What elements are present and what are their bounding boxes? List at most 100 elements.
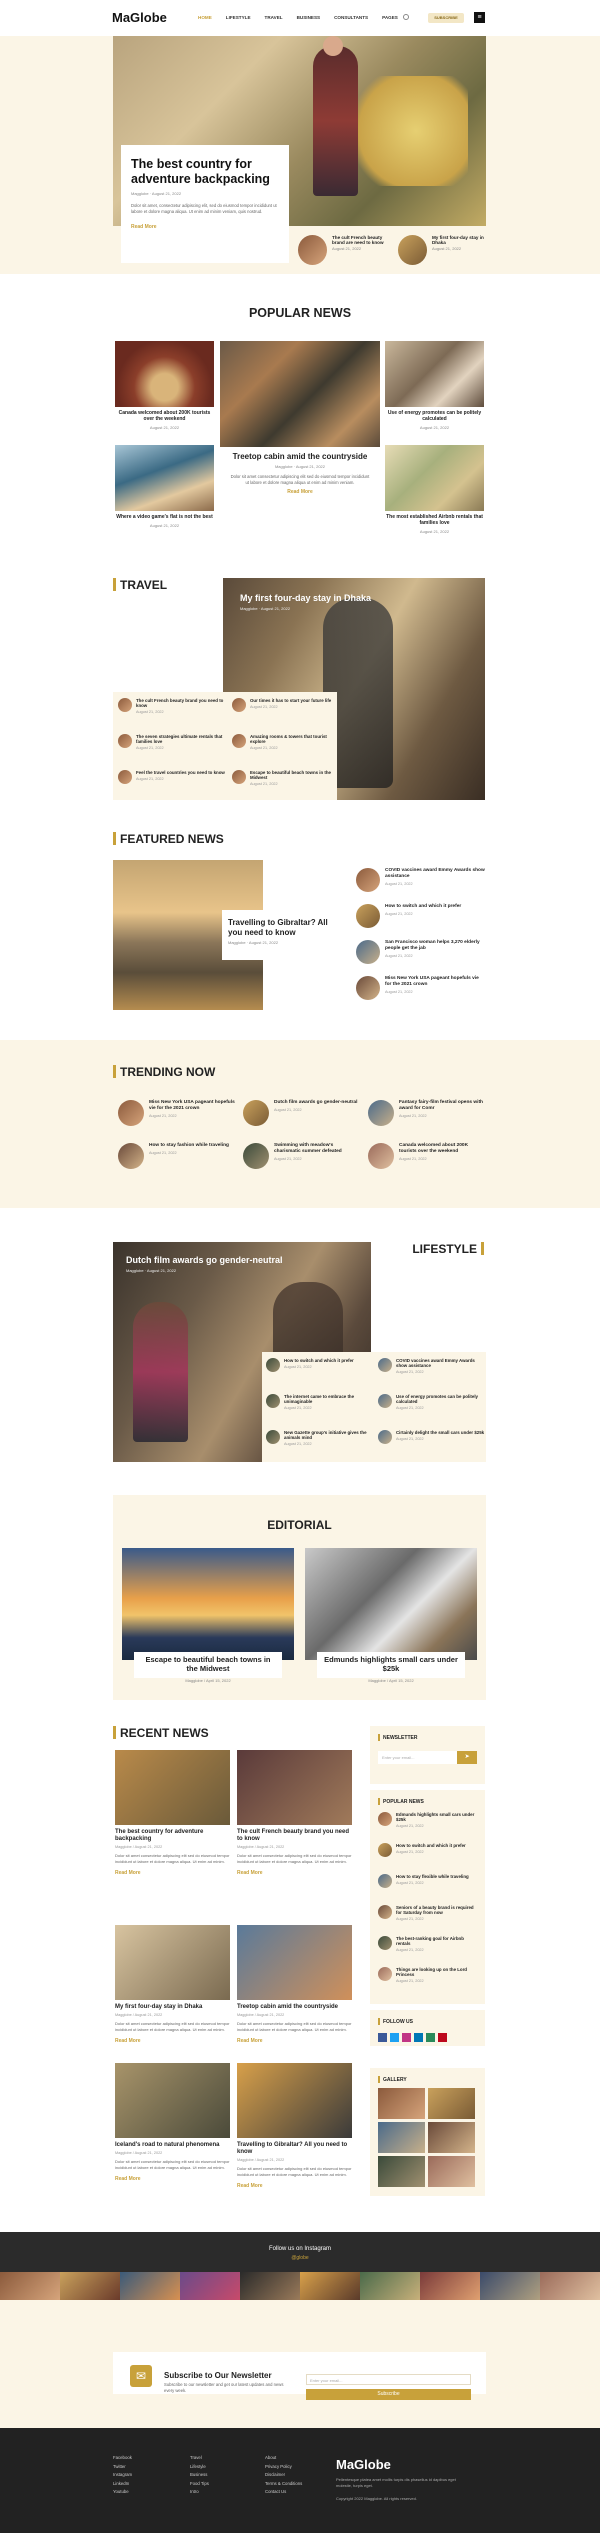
travel-item[interactable]: The cult French beauty brand you need to… <box>118 698 228 714</box>
sidebar-popular-item[interactable]: Things are looking up on the Lord Prince… <box>378 1967 478 1983</box>
recent-image[interactable] <box>115 1750 230 1825</box>
sidebar-popular-item[interactable]: The best-ranking goal for Airbnb rentals… <box>378 1936 478 1952</box>
youtube-icon[interactable] <box>426 2033 435 2042</box>
pinterest-icon[interactable] <box>438 2033 447 2042</box>
featured-item[interactable]: How to switch and which it prefer August … <box>356 904 486 928</box>
gallery-image[interactable] <box>428 2088 475 2119</box>
travel-feature-title[interactable]: My first four-day stay in Dhaka <box>240 593 420 603</box>
footer-logo[interactable]: MaGlobe <box>336 2457 391 2472</box>
sidebar-popular-item[interactable]: Edmunds highlights small cars under $25k… <box>378 1812 478 1828</box>
nav-pages[interactable]: PAGES <box>382 15 398 20</box>
recent-item-title[interactable]: The best country for adventure backpacki… <box>115 1829 230 1843</box>
recent-item-title[interactable]: Treetop cabin amid the countryside <box>237 2004 352 2011</box>
popular-left-title[interactable]: Where a video game's flat is not the bes… <box>115 514 214 520</box>
nav-business[interactable]: BUSINESS <box>297 15 321 20</box>
hero-side-item[interactable]: My first four-day stay in Dhaka August 21… <box>398 235 488 265</box>
lifestyle-item[interactable]: Use of energy promotes can be politely c… <box>378 1394 486 1410</box>
footer-link[interactable]: Facebook <box>113 2455 132 2460</box>
popular-center-title[interactable]: Treetop cabin amid the countryside <box>220 452 380 461</box>
popular-left-image[interactable] <box>115 341 214 407</box>
instagram-image[interactable] <box>300 2272 360 2300</box>
instagram-image[interactable] <box>480 2272 540 2300</box>
trending-item[interactable]: Canada welcomed about 200K tourists over… <box>368 1143 486 1169</box>
hero-read-more[interactable]: Read More <box>131 224 279 230</box>
trending-item[interactable]: How to stay fashion while traveling Augus… <box>118 1143 236 1169</box>
travel-item[interactable]: Escape to beautiful beach towns in the M… <box>232 770 342 786</box>
popular-center-read-more[interactable]: Read More <box>220 489 380 495</box>
trending-item[interactable]: Dutch film awards go gender-neutral Augus… <box>243 1100 361 1126</box>
recent-item-title[interactable]: Travelling to Gibraltar? All you need to… <box>237 2142 352 2156</box>
subscribe-button[interactable]: SUBSCRIBE <box>428 13 464 23</box>
sidebar-subscribe-button[interactable]: ➤ <box>457 1751 477 1764</box>
lifestyle-feature-title[interactable]: Dutch film awards go gender-neutral <box>126 1255 326 1265</box>
recent-image[interactable] <box>237 1925 352 2000</box>
footer-link[interactable]: Lifestyle <box>190 2464 206 2469</box>
sidebar-popular-item[interactable]: How to switch and which it prefer August … <box>378 1843 478 1857</box>
recent-item-title[interactable]: Iceland's road to natural phenomena <box>115 2142 230 2149</box>
travel-item[interactable]: The seven strategies ultimate rentals th… <box>118 734 228 750</box>
footer-link[interactable]: Instagram <box>113 2472 132 2477</box>
footer-link[interactable]: Youtube <box>113 2489 129 2494</box>
instagram-image[interactable] <box>540 2272 600 2300</box>
gallery-image[interactable] <box>378 2088 425 2119</box>
lifestyle-item[interactable]: How to switch and which it prefer August … <box>266 1358 374 1372</box>
recent-read-more[interactable]: Read More <box>115 1870 230 1876</box>
featured-item[interactable]: San Francisco woman helps 3,270 elderly … <box>356 940 486 964</box>
popular-left-image[interactable] <box>115 445 214 511</box>
editorial-item-title[interactable]: Escape to beautiful beach towns in the M… <box>122 1652 294 1673</box>
lifestyle-item[interactable]: Cirtainly delight the small cars under $… <box>378 1430 486 1444</box>
trending-item[interactable]: Swimming with meadow's charismatic summe… <box>243 1143 361 1169</box>
travel-item[interactable]: Feel the travel countries you need to kn… <box>118 770 228 784</box>
newsletter-email-input[interactable]: Enter your email... <box>306 2374 471 2385</box>
sidebar-popular-item[interactable]: How to stay flexible while traveling Augu… <box>378 1874 478 1888</box>
newsletter-subscribe-button[interactable]: Subscribe <box>306 2389 471 2400</box>
recent-image[interactable] <box>237 1750 352 1825</box>
recent-read-more[interactable]: Read More <box>237 2183 352 2189</box>
footer-link[interactable]: Travel <box>190 2455 202 2460</box>
recent-image[interactable] <box>115 2063 230 2138</box>
twitter-icon[interactable] <box>390 2033 399 2042</box>
instagram-image[interactable] <box>60 2272 120 2300</box>
footer-link[interactable]: Disclaimer <box>265 2472 285 2477</box>
site-logo[interactable]: MaGlobe <box>112 10 167 25</box>
hero-side-item[interactable]: The cult French beauty brand are need to… <box>298 235 388 265</box>
footer-link[interactable]: Terms & Conditions <box>265 2481 302 2486</box>
featured-item[interactable]: Miss New York USA pageant hopefuls vie f… <box>356 976 486 1000</box>
recent-read-more[interactable]: Read More <box>115 2176 230 2182</box>
instagram-image[interactable] <box>360 2272 420 2300</box>
footer-link[interactable]: Intro <box>190 2489 199 2494</box>
trending-item[interactable]: Fantasy fairy-film festival opens with a… <box>368 1100 486 1126</box>
hero-title[interactable]: The best country for adventure backpacki… <box>131 157 279 187</box>
lifestyle-item[interactable]: The internet came to embrace the unimagi… <box>266 1394 374 1410</box>
recent-item-title[interactable]: The cult French beauty brand you need to… <box>237 1829 352 1843</box>
editorial-item-title[interactable]: Edmunds highlights small cars under $25k <box>305 1652 477 1673</box>
sidebar-email-input[interactable]: Enter your email... <box>378 1751 458 1764</box>
travel-item[interactable]: Our times it has to start your future li… <box>232 698 342 712</box>
recent-read-more[interactable]: Read More <box>237 2038 352 2044</box>
footer-link[interactable]: Business <box>190 2472 207 2477</box>
footer-link[interactable]: Twitter <box>113 2464 126 2469</box>
gallery-image[interactable] <box>428 2122 475 2153</box>
gallery-image[interactable] <box>378 2156 425 2187</box>
travel-item[interactable]: Amazing rooms & towers that tourist expl… <box>232 734 342 750</box>
nav-lifestyle[interactable]: LIFESTYLE <box>226 15 251 20</box>
sidebar-popular-item[interactable]: Seniors of a beauty brand is required fo… <box>378 1905 478 1921</box>
footer-link[interactable]: Contact Us <box>265 2489 286 2494</box>
menu-icon[interactable]: ≡ <box>474 12 485 23</box>
popular-right-title[interactable]: Use of energy promotes can be politely c… <box>385 410 484 422</box>
featured-main-title[interactable]: Travelling to Gibraltar? All you need to… <box>228 918 334 937</box>
recent-read-more[interactable]: Read More <box>115 2038 230 2044</box>
popular-left-title[interactable]: Canada welcomed about 200K tourists over… <box>115 410 214 422</box>
nav-home[interactable]: HOME <box>198 15 212 20</box>
nav-travel[interactable]: TRAVEL <box>265 15 283 20</box>
popular-center-image[interactable] <box>220 341 380 447</box>
search-icon[interactable] <box>403 14 409 20</box>
gallery-image[interactable] <box>378 2122 425 2153</box>
facebook-icon[interactable] <box>378 2033 387 2042</box>
recent-image[interactable] <box>237 2063 352 2138</box>
popular-right-image[interactable] <box>385 445 484 511</box>
instagram-image[interactable] <box>240 2272 300 2300</box>
instagram-icon[interactable] <box>402 2033 411 2042</box>
editorial-image[interactable] <box>305 1548 477 1660</box>
instagram-image[interactable] <box>180 2272 240 2300</box>
